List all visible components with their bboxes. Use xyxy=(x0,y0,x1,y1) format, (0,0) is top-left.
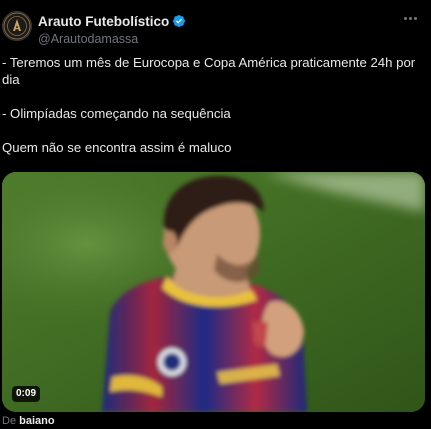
more-options-icon[interactable] xyxy=(399,10,421,26)
verified-badge-icon[interactable] xyxy=(172,14,186,28)
video-frame-thumbnail xyxy=(2,172,425,412)
author-handle[interactable]: @Arautodamassa xyxy=(38,32,186,46)
tweet-line-3: Quem não se encontra assim é maluco xyxy=(2,140,232,155)
author-display-name[interactable]: Arauto Futebolístico xyxy=(38,14,169,29)
video-duration-badge: 0:09 xyxy=(12,386,41,402)
more-dot xyxy=(403,16,407,20)
tweet-text: - Teremos um mês de Eurocopa e Copa Amér… xyxy=(2,54,422,156)
more-dot xyxy=(408,16,412,20)
media-source-attribution: De baiano xyxy=(2,415,55,427)
video-player[interactable]: 0:09 xyxy=(2,172,425,412)
author-header: Arauto Futebolístico @Arautodamassa xyxy=(38,12,186,46)
tweet-card: Arauto Futebolístico @Arautodamassa - Te… xyxy=(0,0,431,429)
source-user-link[interactable]: baiano xyxy=(19,415,54,427)
source-prefix: De xyxy=(2,415,17,427)
avatar-emblem-icon xyxy=(3,12,31,40)
author-avatar[interactable] xyxy=(2,11,32,41)
author-name-row: Arauto Futebolístico xyxy=(38,12,186,30)
tweet-line-2: - Olimpíadas começando na sequência xyxy=(2,106,231,121)
tweet-line-1: - Teremos um mês de Eurocopa e Copa Amér… xyxy=(2,55,416,87)
more-dot xyxy=(413,16,417,20)
